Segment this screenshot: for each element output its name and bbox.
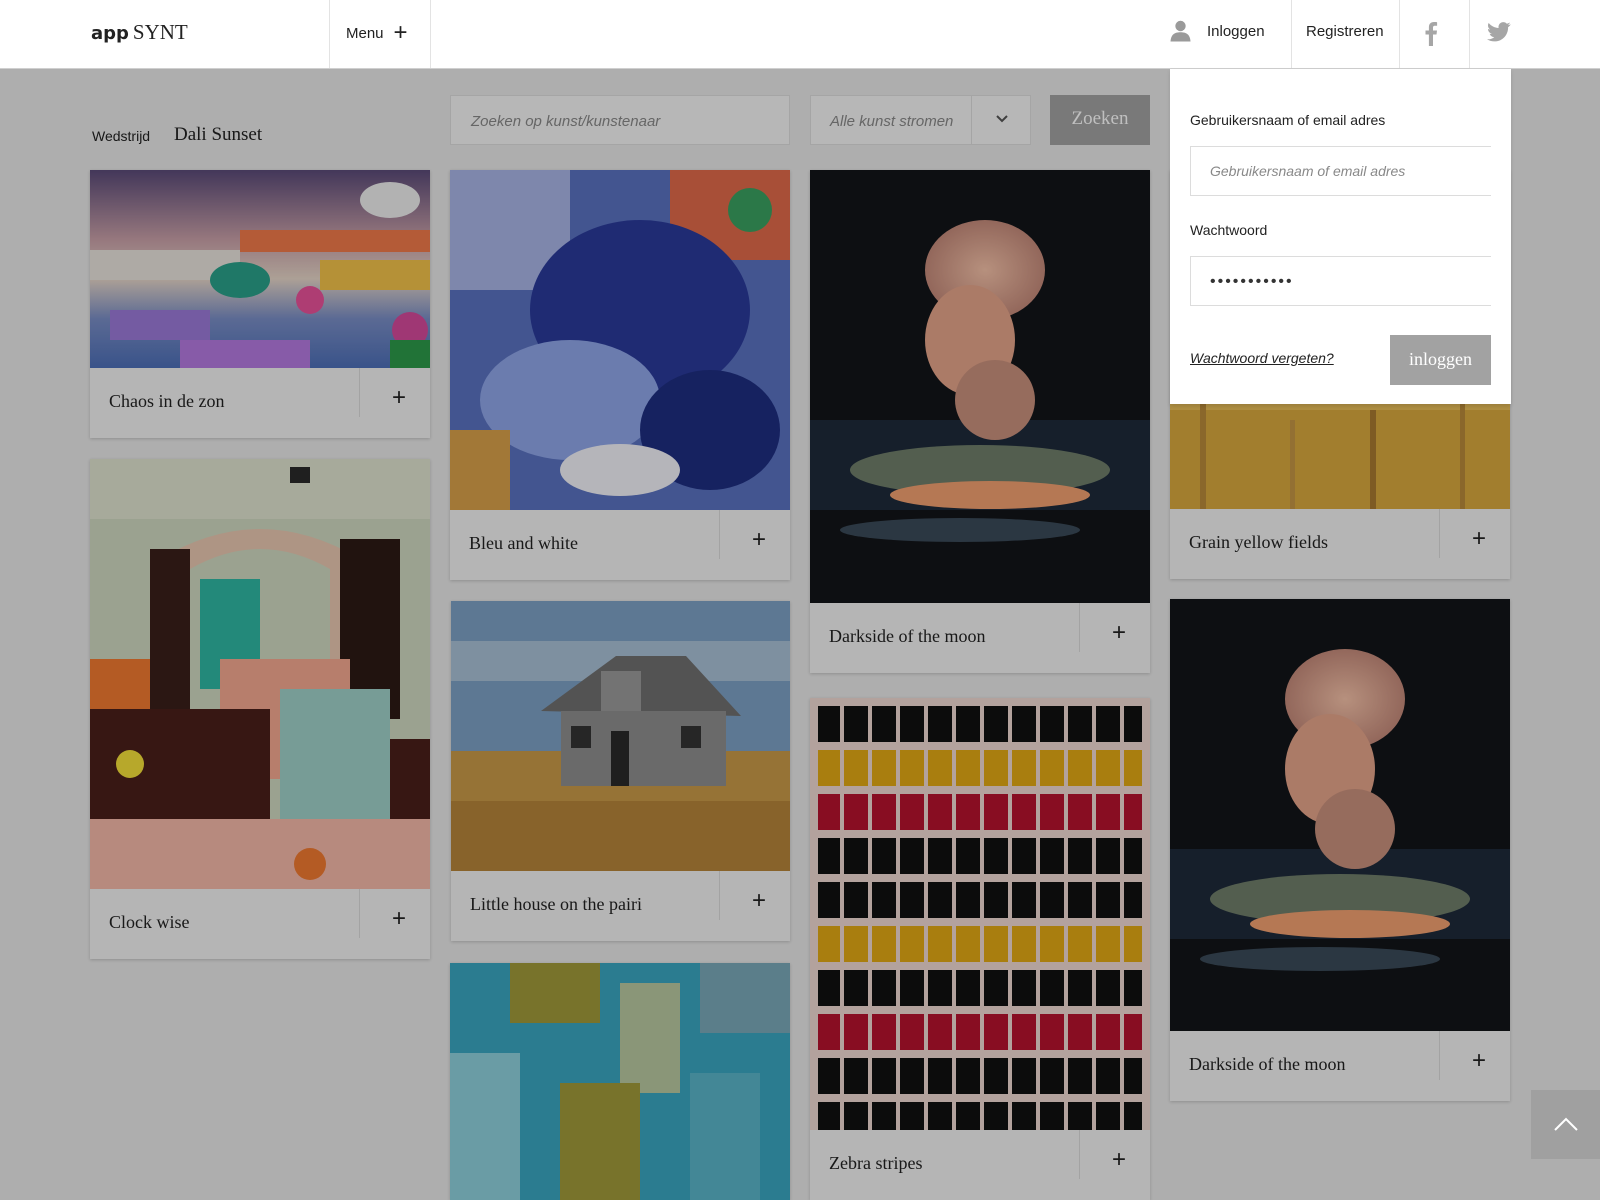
plus-icon[interactable]: + — [1112, 621, 1126, 645]
menu-button[interactable]: Menu + — [346, 19, 408, 46]
artwork-card[interactable]: Chaos in de zon + — [90, 170, 430, 438]
competition-label: Wedstrijd — [92, 128, 151, 144]
artwork-title[interactable]: Chaos in de zon — [109, 391, 224, 412]
chevron-up-icon — [1554, 1117, 1578, 1131]
caption-divider — [719, 510, 720, 559]
login-label: Inloggen — [1207, 22, 1265, 40]
artwork-image[interactable] — [810, 698, 1150, 1150]
header-divider — [1291, 0, 1292, 68]
plus-icon[interactable]: + — [1472, 527, 1486, 551]
caption-divider — [359, 889, 360, 938]
artwork-title[interactable]: Darkside of the moon — [1189, 1054, 1345, 1075]
username-field[interactable]: Gebruikersnaam of email adres — [1190, 146, 1491, 196]
select-value: Alle kunst stromen — [830, 113, 954, 130]
username-placeholder: Gebruikersnaam of email adres — [1210, 163, 1406, 179]
artwork-title[interactable]: Zebra stripes — [829, 1153, 922, 1174]
artwork-title[interactable]: Bleu and white — [469, 533, 578, 554]
artwork-title[interactable]: Darkside of the moon — [829, 626, 985, 647]
menu-label: Menu — [346, 24, 384, 42]
artwork-card[interactable]: Darkside of the moon + — [810, 170, 1150, 673]
plus-icon[interactable]: + — [1472, 1049, 1486, 1073]
plus-icon[interactable]: + — [752, 528, 766, 552]
caption-divider — [1439, 509, 1440, 558]
caption-divider — [1079, 1130, 1080, 1179]
header-divider — [1399, 0, 1400, 68]
artwork-caption-bar: Clock wise + — [90, 889, 430, 959]
artwork-image[interactable] — [1170, 599, 1510, 1031]
twitter-icon[interactable] — [1487, 22, 1511, 47]
chevron-down-icon — [996, 115, 1008, 123]
scroll-to-top-button[interactable] — [1531, 1090, 1600, 1159]
artwork-image[interactable] — [90, 459, 430, 889]
login-submit-button[interactable]: inloggen — [1390, 335, 1491, 385]
password-value: ••••••••••• — [1210, 273, 1294, 290]
top-header: app SYNT Menu + Inloggen Registreren — [0, 0, 1600, 69]
password-field[interactable]: ••••••••••• — [1190, 256, 1491, 306]
artwork-card[interactable]: Darkside of the moon + — [1170, 599, 1510, 1101]
user-icon — [1170, 20, 1191, 42]
search-button[interactable]: Zoeken — [1050, 95, 1150, 145]
plus-icon[interactable]: + — [752, 889, 766, 913]
artwork-caption-bar: Bleu and white + — [450, 510, 790, 580]
login-link[interactable]: Inloggen — [1170, 20, 1265, 42]
artwork-caption-bar: Darkside of the moon + — [1170, 1031, 1510, 1101]
plus-icon[interactable]: + — [392, 386, 406, 410]
artwork-title[interactable]: Clock wise — [109, 912, 190, 933]
username-label: Gebruikersnaam of email adres — [1190, 112, 1386, 128]
artwork-card[interactable]: Clock wise + — [90, 459, 430, 959]
artwork-title[interactable]: Little house on the pairi — [470, 894, 642, 915]
brand-part-app: app — [91, 23, 129, 44]
caption-divider — [719, 871, 720, 920]
facebook-icon[interactable] — [1424, 20, 1438, 51]
artwork-caption-bar: Darkside of the moon + — [810, 603, 1150, 673]
caption-divider — [359, 368, 360, 417]
artwork-caption-bar: Zebra stripes + — [810, 1130, 1150, 1200]
artwork-card[interactable]: Zebra stripes + — [810, 698, 1150, 1200]
header-divider — [329, 0, 330, 68]
art-movement-select[interactable]: Alle kunst stromen — [810, 95, 1031, 145]
plus-icon: + — [393, 19, 408, 46]
caption-divider — [1079, 603, 1080, 652]
artwork-card[interactable]: Little house on the pairi + — [451, 601, 790, 941]
artwork-image[interactable] — [90, 170, 430, 368]
register-link[interactable]: Registreren — [1306, 23, 1384, 40]
login-dropdown: Gebruikersnaam of email adres Gebruikers… — [1170, 69, 1511, 404]
artwork-caption-bar: Chaos in de zon + — [90, 368, 430, 438]
header-divider — [430, 0, 431, 68]
artwork-caption-bar: Grain yellow fields + — [1170, 509, 1510, 579]
artwork-image[interactable] — [450, 963, 790, 1200]
search-input[interactable]: Zoeken op kunst/kunstenaar — [450, 95, 790, 145]
brand-part-synt: SYNT — [132, 20, 188, 44]
plus-icon[interactable]: + — [1112, 1148, 1126, 1172]
brand-logo[interactable]: app SYNT — [91, 20, 188, 45]
artwork-image[interactable] — [450, 170, 790, 510]
select-divider — [971, 96, 972, 144]
plus-icon[interactable]: + — [392, 907, 406, 931]
caption-divider — [1439, 1031, 1440, 1080]
header-divider — [1469, 0, 1470, 68]
artwork-caption-bar: Little house on the pairi + — [451, 871, 790, 941]
artwork-title[interactable]: Grain yellow fields — [1189, 532, 1328, 553]
competition-value[interactable]: Dali Sunset — [174, 124, 262, 146]
artwork-image[interactable] — [810, 170, 1150, 603]
artwork-card[interactable]: Bleu and white + — [450, 170, 790, 580]
artwork-card[interactable] — [450, 963, 790, 1200]
forgot-password-link[interactable]: Wachtwoord vergeten? — [1190, 350, 1334, 366]
artwork-image[interactable] — [451, 601, 790, 871]
password-label: Wachtwoord — [1190, 222, 1268, 238]
